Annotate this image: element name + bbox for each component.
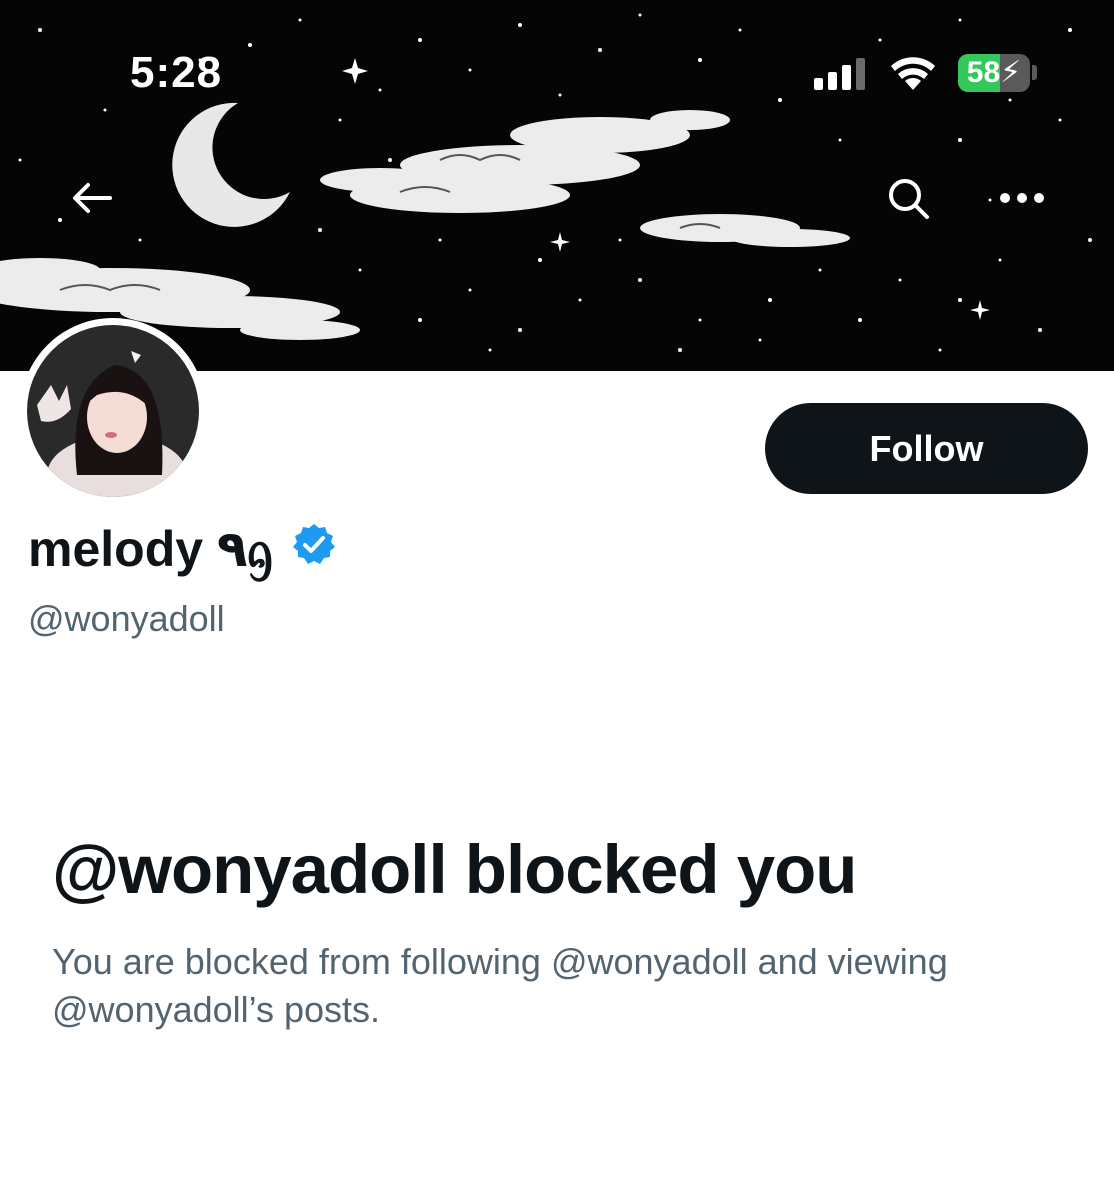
cellular-signal-icon [814,58,865,90]
status-bar: 5:28 58⚡︎ [0,0,1114,150]
more-horizontal-icon [1000,193,1044,203]
battery-indicator: 58⚡︎ [958,54,1030,92]
more-options-button[interactable] [994,170,1050,226]
charging-bolt-icon: ⚡︎ [1000,56,1022,89]
avatar-photo [27,325,199,497]
profile-display-name: melody ٩ᦇ [28,520,337,582]
profile-banner[interactable]: 5:28 58⚡︎ [0,0,1114,371]
back-button[interactable] [64,170,120,226]
blocked-description: You are blocked from following @wonyadol… [52,941,948,1030]
search-icon [889,179,929,219]
arrow-left-icon [73,183,112,213]
display-name-text: melody ٩ᦇ [28,521,273,577]
search-button[interactable] [880,170,936,226]
battery-cap [1032,65,1037,80]
profile-avatar[interactable] [20,318,206,504]
blocked-title: @wonyadoll blocked you [52,831,857,908]
battery-percent: 58⚡︎ [966,56,1022,89]
status-time: 5:28 [130,48,223,97]
wifi-icon [891,57,935,90]
follow-button[interactable]: Follow [765,403,1088,494]
profile-handle: @wonyadoll [28,598,225,639]
verified-badge-icon[interactable] [291,522,337,580]
